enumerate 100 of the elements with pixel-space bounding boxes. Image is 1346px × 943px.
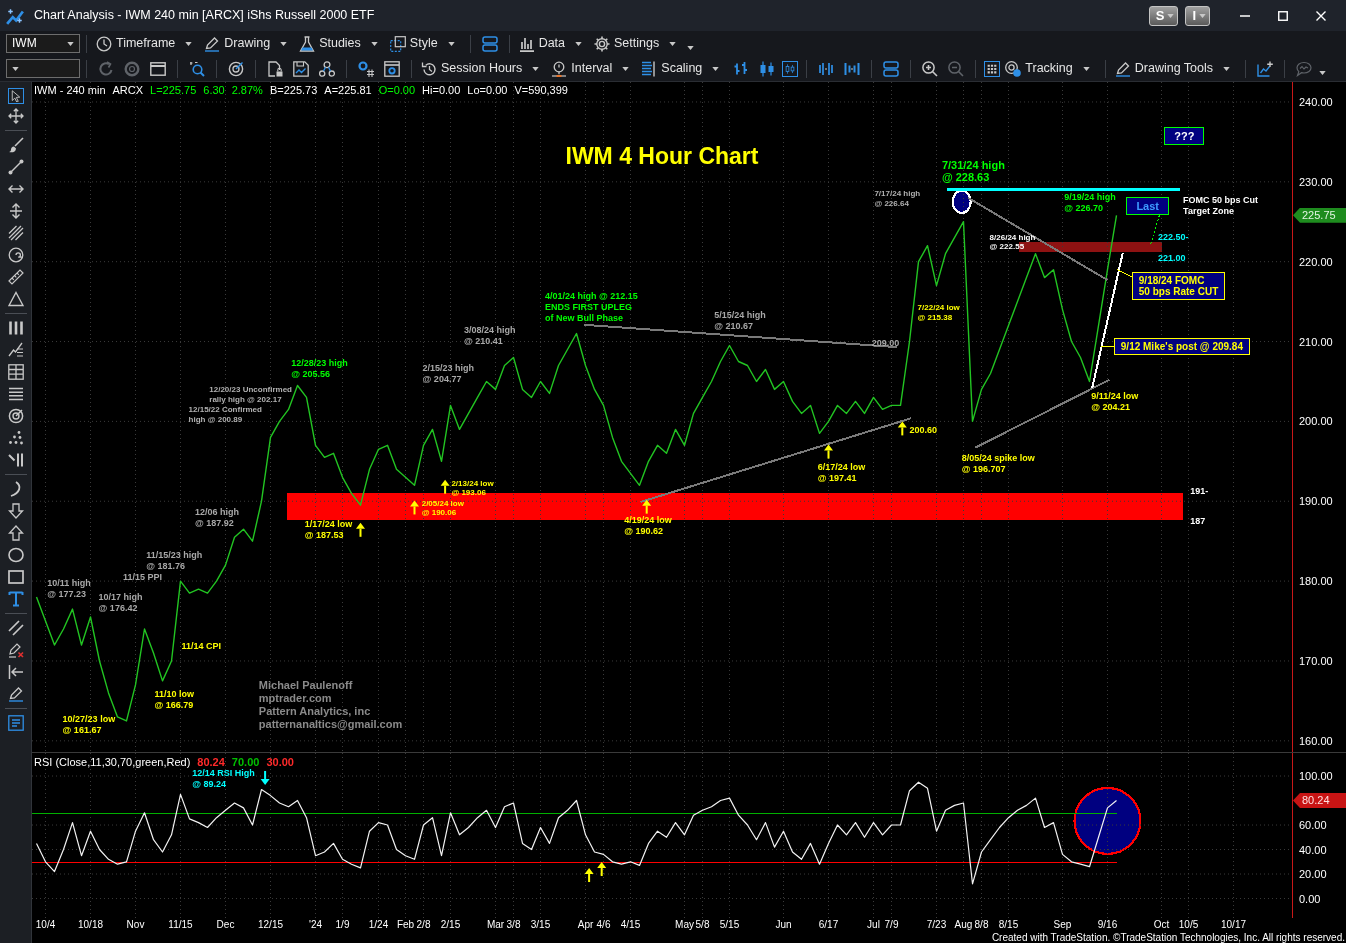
double-line-icon[interactable] bbox=[7, 620, 24, 636]
chart-search-icon[interactable] bbox=[189, 60, 205, 77]
drawing-menu[interactable]: Drawing bbox=[201, 33, 291, 54]
caret-icon[interactable] bbox=[1319, 70, 1327, 75]
data-menu[interactable]: Data bbox=[515, 33, 586, 54]
date-axis-label: 12/15 bbox=[258, 919, 283, 931]
quote-field: A=225.81 bbox=[324, 84, 372, 97]
horizontal-lines-icon[interactable] bbox=[7, 386, 24, 402]
symbol-field[interactable]: IWM bbox=[6, 34, 80, 53]
dropdown-button[interactable]: I bbox=[1185, 5, 1210, 26]
caret-icon bbox=[622, 66, 630, 71]
quote-field: 2.87% bbox=[231, 84, 263, 97]
date-axis-label: Feb bbox=[396, 919, 415, 931]
settings-menu[interactable]: Settings bbox=[591, 33, 680, 54]
clock-icon bbox=[96, 35, 112, 52]
dropdown-button[interactable]: S bbox=[1148, 5, 1179, 26]
interval-menu[interactable]: Interval bbox=[548, 58, 633, 79]
bracket-bars-icon[interactable] bbox=[844, 60, 861, 77]
dots-icon[interactable] bbox=[7, 430, 24, 446]
move-cross-icon[interactable] bbox=[7, 108, 24, 124]
ring-hash-icon[interactable] bbox=[358, 60, 374, 77]
style-menu[interactable]: Style bbox=[386, 33, 458, 54]
date-axis-label: 5/15 bbox=[719, 919, 740, 931]
save-icon[interactable] bbox=[293, 60, 309, 77]
target-icon[interactable] bbox=[7, 408, 24, 424]
chart-annotation: 11/14 CPI bbox=[181, 641, 221, 652]
date-axis-label: Aug bbox=[954, 919, 973, 931]
date-axis-label: '24 bbox=[309, 919, 322, 931]
drawing-tools-menu[interactable]: Drawing Tools bbox=[1111, 58, 1234, 79]
text-box-icon[interactable] bbox=[7, 715, 24, 731]
price-axis-label: 190.00 bbox=[1299, 495, 1333, 508]
maximize-icon[interactable] bbox=[1278, 10, 1288, 21]
caret-icon bbox=[12, 66, 19, 71]
circular-arrow-icon[interactable] bbox=[98, 60, 114, 77]
table-icon[interactable] bbox=[7, 364, 24, 380]
fan-lines-icon[interactable] bbox=[7, 342, 24, 358]
up-arrow-icon[interactable] bbox=[7, 525, 24, 541]
network-icon[interactable] bbox=[319, 60, 335, 77]
down-arrow-icon[interactable] bbox=[7, 503, 24, 519]
spiral-icon[interactable] bbox=[7, 247, 24, 263]
split-bars-icon[interactable] bbox=[818, 60, 835, 77]
zoom-in-icon[interactable] bbox=[922, 60, 939, 77]
quote-field: Hi=0.00 bbox=[422, 84, 461, 97]
hollow-candle-icon[interactable] bbox=[782, 60, 799, 77]
chart-annotation: 10/17 high @ 176.42 bbox=[98, 592, 143, 615]
pointer-icon[interactable] bbox=[7, 88, 24, 104]
layers-icon[interactable] bbox=[481, 35, 498, 52]
ring-icon[interactable] bbox=[124, 60, 140, 77]
chart-annotation: 7/31/24 high @ 228.63 bbox=[941, 158, 1005, 185]
caret-icon[interactable] bbox=[687, 45, 695, 50]
minimize-icon[interactable] bbox=[1240, 14, 1250, 17]
ellipse-icon[interactable] bbox=[7, 547, 24, 563]
caret-icon bbox=[669, 41, 677, 46]
slash-bars-icon[interactable] bbox=[7, 452, 24, 468]
price-axis-label: 170.00 bbox=[1299, 654, 1333, 667]
dropdown-field[interactable] bbox=[6, 59, 80, 78]
callout-text: 9/12 Mike's post @ 209.84 bbox=[1120, 340, 1243, 352]
date-axis-label: 4/15 bbox=[620, 919, 641, 931]
tracking-menu[interactable]: Tracking bbox=[1002, 58, 1093, 79]
scaling-menu[interactable]: Scaling bbox=[638, 58, 723, 79]
candlestick-icon[interactable] bbox=[759, 60, 776, 77]
vertical-bars-icon[interactable] bbox=[7, 320, 24, 336]
pen-icon[interactable] bbox=[7, 686, 24, 702]
flask-icon bbox=[299, 35, 316, 52]
window-icon[interactable] bbox=[150, 60, 166, 77]
ohlc-bars-icon[interactable] bbox=[733, 60, 750, 77]
date-axis-label: 3/15 bbox=[530, 919, 551, 931]
rectangle-icon[interactable] bbox=[7, 569, 24, 585]
window-ring-icon[interactable] bbox=[384, 60, 400, 77]
line-segment-icon[interactable] bbox=[7, 159, 24, 175]
close-icon[interactable] bbox=[1316, 10, 1326, 21]
add-chart-icon[interactable] bbox=[1257, 60, 1274, 77]
date-axis-label: Nov bbox=[126, 919, 145, 931]
studies-menu[interactable]: Studies bbox=[296, 33, 381, 54]
delete-drawing-icon[interactable] bbox=[7, 642, 24, 658]
lines-bar-icon bbox=[641, 60, 658, 77]
grid-icon[interactable] bbox=[984, 60, 1001, 77]
session-hours-menu[interactable]: Session Hours bbox=[418, 58, 543, 79]
zoom-out-icon[interactable] bbox=[948, 60, 965, 77]
triangle-icon[interactable] bbox=[7, 291, 24, 307]
layers-icon[interactable] bbox=[883, 60, 900, 77]
timeframe-menu[interactable]: Timeframe bbox=[93, 33, 196, 54]
target-icon[interactable] bbox=[228, 60, 244, 77]
text-tool-icon[interactable] bbox=[7, 591, 24, 607]
callout-text: ??? bbox=[1174, 130, 1195, 141]
parallel-lines-icon[interactable] bbox=[7, 225, 24, 241]
speech-bubble-icon[interactable] bbox=[1296, 60, 1313, 77]
rsi-axis-label: 100.00 bbox=[1299, 770, 1333, 782]
caret-icon bbox=[447, 41, 455, 46]
document-lock-icon[interactable] bbox=[267, 60, 283, 77]
brush-icon[interactable] bbox=[7, 137, 24, 153]
caret-icon bbox=[67, 41, 74, 46]
arrow-to-bar-icon[interactable] bbox=[7, 664, 24, 680]
chart-annotation: 10/27/23 low @ 161.67 bbox=[62, 713, 116, 736]
ruler-icon[interactable] bbox=[7, 269, 24, 285]
vertical-arrows-icon[interactable] bbox=[7, 203, 24, 219]
pen-icon bbox=[1114, 60, 1131, 77]
date-axis-label: May bbox=[675, 919, 694, 931]
rsi-axis-label: 60.00 bbox=[1299, 819, 1327, 831]
chart-title: IWM 4 Hour Chart bbox=[565, 142, 759, 170]
